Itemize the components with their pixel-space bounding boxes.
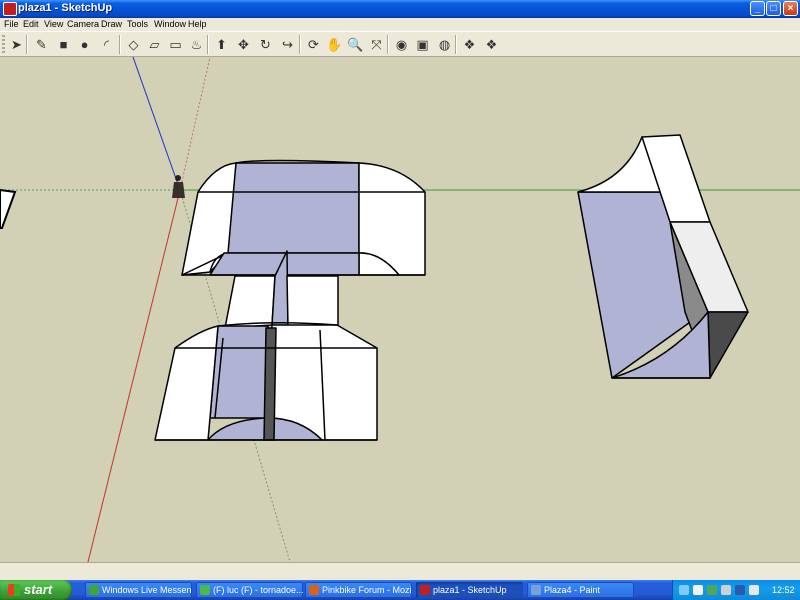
left-partial-ramp — [0, 188, 17, 229]
clock[interactable]: 12:52 — [772, 580, 795, 600]
toolbar-separator — [26, 35, 28, 54]
zoom-tool-icon[interactable]: 🔍 — [346, 35, 365, 54]
messenger-tray-icon[interactable] — [707, 585, 717, 595]
model-canvas — [0, 57, 800, 562]
menu-draw[interactable]: Draw — [101, 19, 122, 29]
system-tray: 12:52 — [672, 580, 800, 600]
menu-window[interactable]: Window — [154, 19, 186, 29]
main-toolbar: ➤ ✎ ■ ● ◜ ◇ ▱ ▭ ♨ ⬆ ✥ ↻ ↪ ⟳ ✋ 🔍 ⤧ ◉ ▣ ◍ ❖ ❖ — [0, 31, 800, 57]
windows-taskbar: start Windows Live Messen... (F) luc (F) … — [0, 580, 800, 600]
network-icon[interactable] — [679, 585, 689, 595]
right-quarter-pipe — [577, 134, 749, 379]
toolbar-grip[interactable] — [2, 35, 5, 53]
toolbar-separator — [119, 35, 121, 54]
taskbar-button[interactable]: plaza1 - SketchUp — [416, 582, 523, 598]
menu-file[interactable]: File — [4, 19, 19, 29]
get-components-icon[interactable]: ❖ — [460, 35, 479, 54]
move-tool-icon[interactable]: ✥ — [234, 35, 253, 54]
rotate-tool-icon[interactable]: ↻ — [256, 35, 275, 54]
pencil-tool-icon[interactable]: ✎ — [32, 35, 51, 54]
task-app-icon — [200, 585, 210, 595]
sketchup-app-icon[interactable] — [3, 2, 17, 16]
task-app-icon — [531, 585, 541, 595]
task-label: plaza1 - SketchUp — [433, 585, 507, 595]
menu-help[interactable]: Help — [188, 19, 207, 29]
menu-camera[interactable]: Camera — [67, 19, 99, 29]
push-pull-icon[interactable]: ⬆ — [212, 35, 231, 54]
orbit-tool-icon[interactable]: ⟳ — [304, 35, 323, 54]
task-app-icon — [420, 585, 430, 595]
rectangle-tool-icon[interactable]: ■ — [54, 35, 73, 54]
start-button[interactable]: start — [0, 580, 72, 600]
toolbar-separator — [207, 35, 209, 54]
eraser-tool-icon[interactable]: ▱ — [145, 35, 164, 54]
paint-bucket-icon[interactable]: ♨ — [187, 35, 206, 54]
menu-tools[interactable]: Tools — [127, 19, 148, 29]
toolbar-separator — [299, 35, 301, 54]
get-models-icon[interactable]: ◉ — [392, 35, 411, 54]
task-label: Pinkbike Forum - Mozil... — [322, 585, 412, 595]
share-model-icon[interactable]: ▣ — [413, 35, 432, 54]
menu-edit[interactable]: Edit — [23, 19, 39, 29]
menu-bar: File Edit View Camera Draw Tools Window … — [0, 18, 800, 31]
pan-tool-icon[interactable]: ✋ — [325, 35, 344, 54]
red-axis-dashed — [179, 57, 211, 191]
person-figure — [172, 175, 185, 198]
task-label: Windows Live Messen... — [102, 585, 192, 595]
blue-axis — [132, 57, 181, 191]
select-tool-icon[interactable]: ➤ — [7, 35, 26, 54]
offset-tool-icon[interactable]: ↪ — [278, 35, 297, 54]
circle-tool-icon[interactable]: ● — [75, 35, 94, 54]
title-bar[interactable]: plaza1 - SketchUp _ □ × — [0, 0, 800, 18]
maximize-button[interactable]: □ — [766, 1, 781, 16]
tape-measure-icon[interactable]: ▭ — [166, 35, 185, 54]
task-app-icon — [89, 585, 99, 595]
task-app-icon — [309, 585, 319, 595]
google-earth-icon[interactable]: ◍ — [435, 35, 454, 54]
task-label: (F) luc (F) - tornadoe... — [213, 585, 303, 595]
task-label: Plaza4 - Paint — [544, 585, 601, 595]
drawing-viewport[interactable] — [0, 57, 800, 562]
taskbar-button[interactable]: Pinkbike Forum - Mozil... — [305, 582, 412, 598]
taskbar-button[interactable]: (F) luc (F) - tornadoe... — [196, 582, 303, 598]
make-component-icon[interactable]: ◇ — [124, 35, 143, 54]
menu-view[interactable]: View — [44, 19, 63, 29]
red-axis — [87, 189, 181, 562]
start-label: start — [24, 582, 53, 597]
sketchup-window: plaza1 - SketchUp _ □ × File Edit View C… — [0, 0, 800, 581]
taskbar-button[interactable]: Plaza4 - Paint — [527, 582, 634, 598]
close-button[interactable]: × — [783, 1, 798, 16]
tray-app2-icon[interactable] — [735, 585, 745, 595]
tray-app-icon[interactable] — [721, 585, 731, 595]
z-tray-icon[interactable] — [693, 585, 703, 595]
status-bar — [0, 562, 800, 581]
minimize-button[interactable]: _ — [750, 1, 765, 16]
windows-logo-icon — [8, 584, 20, 596]
window-title: plaza1 - SketchUp — [18, 2, 113, 14]
volume-icon[interactable] — [749, 585, 759, 595]
upper-box — [181, 159, 426, 276]
toolbar-separator — [387, 35, 389, 54]
share-component-icon[interactable]: ❖ — [482, 35, 501, 54]
arc-tool-icon[interactable]: ◜ — [97, 35, 116, 54]
toolbar-separator — [455, 35, 457, 54]
taskbar-button[interactable]: Windows Live Messen... — [85, 582, 192, 598]
lower-box — [154, 321, 378, 441]
zoom-extents-icon[interactable]: ⤧ — [367, 35, 386, 54]
